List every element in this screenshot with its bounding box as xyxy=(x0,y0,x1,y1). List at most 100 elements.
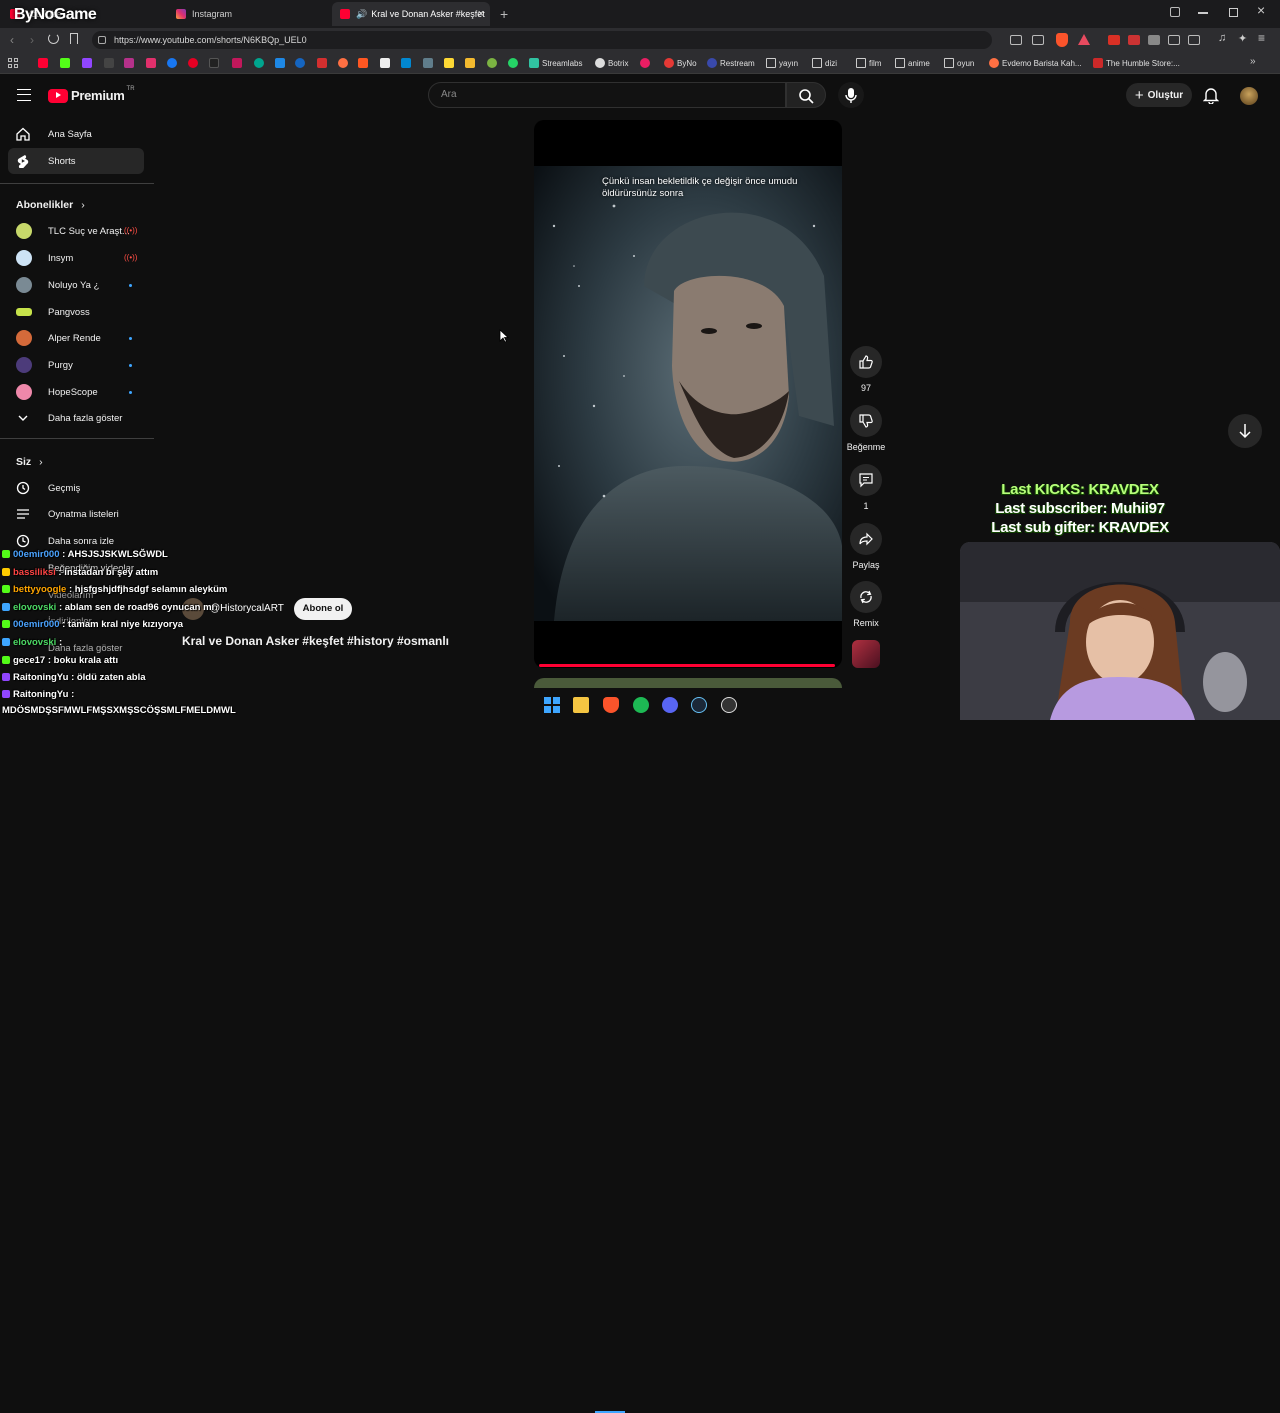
bookmark-icon[interactable] xyxy=(487,58,497,68)
site-info-icon[interactable] xyxy=(98,36,106,44)
subscriptions-heading[interactable]: Abonelikler › xyxy=(16,199,85,211)
bookmark-evdemo[interactable]: Evdemo Barista Kah... xyxy=(989,57,1082,69)
bookmark-humble[interactable]: The Humble Store:... xyxy=(1093,57,1180,69)
bookmark-folder-dizi[interactable]: dizi xyxy=(812,57,837,69)
x-icon[interactable] xyxy=(104,58,114,68)
subscription-name[interactable]: TLC Suç ve Araşt... xyxy=(48,226,130,237)
show-more-subscriptions[interactable]: Daha fazla göster xyxy=(8,405,144,431)
amazon-icon[interactable] xyxy=(380,58,390,68)
bookmark-folder-oyun[interactable]: oyun xyxy=(944,57,974,69)
subscription-name[interactable]: Alper Rende xyxy=(48,333,101,344)
subscription-name[interactable]: Purgy xyxy=(48,360,73,371)
youtube-icon[interactable] xyxy=(38,58,48,68)
cast-icon[interactable] xyxy=(1010,35,1022,45)
bookmark-icon[interactable] xyxy=(254,58,264,68)
channel-handle[interactable]: @HistorycalART xyxy=(210,603,284,614)
sidebar-item-home[interactable]: Ana Sayfa xyxy=(8,121,144,147)
notifications-button[interactable] xyxy=(1203,86,1219,104)
address-bar[interactable]: https://www.youtube.com/shorts/N6KBQp_UE… xyxy=(92,31,992,49)
sidebar-toggle-icon[interactable] xyxy=(1188,35,1200,45)
bookmark-streamlabs[interactable]: Streamlabs xyxy=(529,57,582,69)
instagram-icon[interactable] xyxy=(146,58,156,68)
steam-icon[interactable] xyxy=(691,697,707,713)
search-input[interactable]: Ara xyxy=(428,82,786,108)
voice-search-button[interactable] xyxy=(838,82,864,108)
bookmark-icon[interactable] xyxy=(444,58,454,68)
dislike-button[interactable]: Beğenme xyxy=(846,405,886,452)
obs-icon[interactable] xyxy=(721,697,737,713)
gmail-icon[interactable] xyxy=(1108,35,1120,45)
brave-browser-icon[interactable] xyxy=(603,697,619,713)
bookmark-folder-yayin[interactable]: yayın xyxy=(766,57,798,69)
bookmark-icon[interactable] xyxy=(124,58,134,68)
minimize-icon[interactable] xyxy=(1198,12,1208,14)
bookmark-icon[interactable] xyxy=(317,58,327,68)
back-icon[interactable]: ‹ xyxy=(10,33,14,47)
extensions-icon[interactable] xyxy=(1170,7,1180,17)
extension-icon[interactable] xyxy=(1128,35,1140,45)
twitch-icon[interactable] xyxy=(82,58,92,68)
sidebar-item-shorts[interactable]: Shorts xyxy=(8,148,144,174)
video-progress-bar[interactable] xyxy=(539,664,835,667)
remix-button[interactable]: Remix xyxy=(846,581,886,628)
tab-instagram[interactable]: Instagram xyxy=(168,2,328,26)
create-button[interactable]: + Oluştur xyxy=(1126,83,1192,107)
bookmark-icon[interactable] xyxy=(232,58,242,68)
reload-icon[interactable] xyxy=(48,33,59,44)
menu-icon[interactable]: ≡ xyxy=(1258,31,1265,45)
search-button[interactable] xyxy=(786,82,826,108)
binance-icon[interactable] xyxy=(465,58,475,68)
leo-icon[interactable]: ✦ xyxy=(1238,32,1247,45)
brave-shield-icon[interactable] xyxy=(1056,33,1068,47)
windows-start-icon[interactable] xyxy=(544,697,560,713)
sound-thumbnail[interactable] xyxy=(852,640,880,668)
next-short-preview[interactable] xyxy=(534,678,842,688)
kick-icon[interactable] xyxy=(60,58,70,68)
tiktok-icon[interactable] xyxy=(209,58,219,68)
sidebar-item-playlists[interactable]: Oynatma listeleri xyxy=(8,501,144,527)
shorts-player[interactable]: Çünkü insan bekletildik çe değişir önce … xyxy=(534,120,842,668)
forward-icon[interactable]: › xyxy=(30,33,34,47)
sidebar-item-history[interactable]: Geçmiş xyxy=(8,475,144,501)
facebook-icon[interactable] xyxy=(167,58,177,68)
more-bookmarks-icon[interactable]: » xyxy=(1250,56,1256,67)
subscription-name[interactable]: HopeScope xyxy=(48,387,98,398)
subscription-name[interactable]: Noluyo Ya ¿ xyxy=(48,280,99,291)
share-icon[interactable] xyxy=(1032,35,1044,45)
file-explorer-icon[interactable] xyxy=(573,697,589,713)
short-title[interactable]: Kral ve Donan Asker #keşfet #history #os… xyxy=(182,634,449,648)
youtube-premium-logo[interactable]: Premium TR xyxy=(48,86,135,103)
maximize-icon[interactable] xyxy=(1229,8,1238,17)
discord-icon[interactable] xyxy=(662,697,678,713)
tab-shorts[interactable]: 🔊 Kral ve Donan Asker #keşfet × xyxy=(332,2,490,26)
share-button[interactable]: Paylaş xyxy=(846,523,886,570)
you-heading[interactable]: Siz › xyxy=(16,456,43,468)
pinterest-icon[interactable] xyxy=(188,58,198,68)
comments-button[interactable]: 1 xyxy=(846,464,886,511)
bookmark-folder-film[interactable]: film xyxy=(856,57,881,69)
new-tab-icon[interactable]: + xyxy=(500,6,508,22)
apps-icon[interactable] xyxy=(8,58,18,68)
bookmark-icon[interactable] xyxy=(338,58,348,68)
bookmark-icon[interactable] xyxy=(70,33,78,44)
bookmark-icon[interactable] xyxy=(423,58,433,68)
subscription-name[interactable]: Insym xyxy=(48,253,73,264)
spotify-icon[interactable] xyxy=(633,697,649,713)
bookmark-icon[interactable] xyxy=(358,58,368,68)
like-button[interactable]: 97 xyxy=(846,346,886,393)
menu-icon[interactable] xyxy=(17,89,31,101)
close-window-icon[interactable]: × xyxy=(1257,2,1265,18)
subscription-name[interactable]: Pangvoss xyxy=(48,307,90,318)
brave-rewards-icon[interactable] xyxy=(1078,34,1090,45)
bookmark-botrix[interactable]: Botrix xyxy=(595,57,628,69)
bookmark-bynogame[interactable] xyxy=(640,57,653,69)
extension-icon[interactable] xyxy=(1168,35,1180,45)
bookmark-byno[interactable]: ByNo xyxy=(664,57,697,69)
extension-icon[interactable] xyxy=(1148,35,1160,45)
bookmark-icon[interactable] xyxy=(295,58,305,68)
bookmark-folder-anime[interactable]: anime xyxy=(895,57,930,69)
bookmark-icon[interactable] xyxy=(401,58,411,68)
whatsapp-icon[interactable] xyxy=(508,58,518,68)
close-tab-icon[interactable]: × xyxy=(478,8,484,20)
next-short-button[interactable] xyxy=(1228,414,1262,448)
